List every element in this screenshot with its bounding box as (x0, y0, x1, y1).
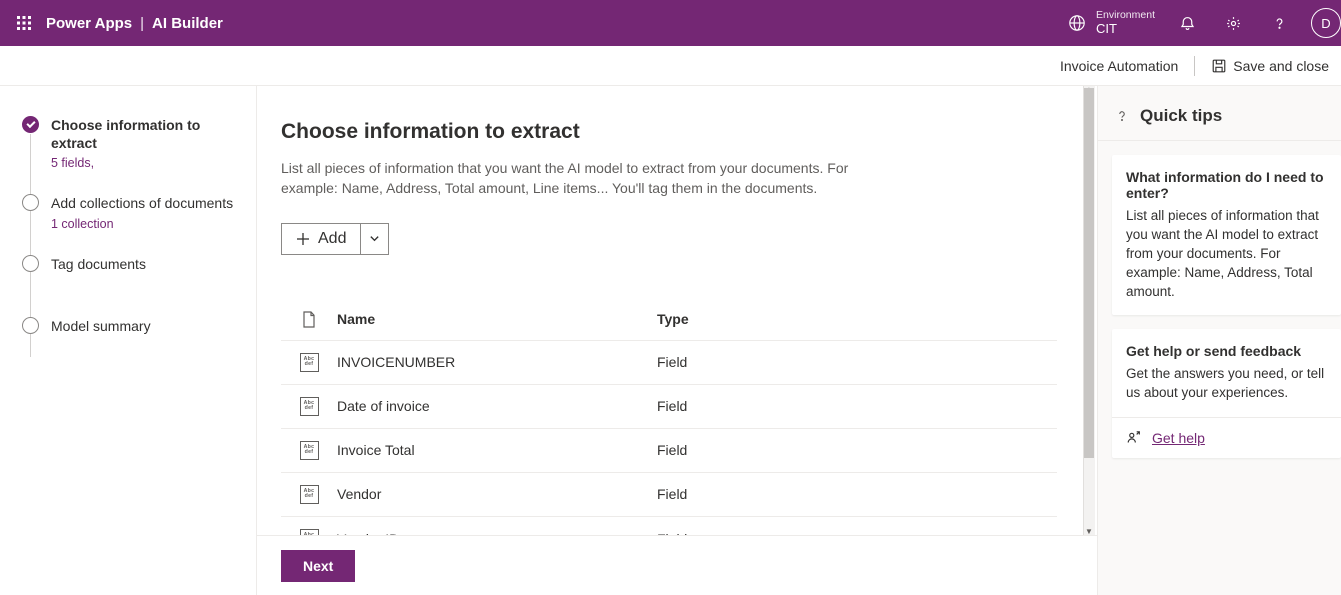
main-content: Choose information to extract List all p… (257, 86, 1097, 535)
scrollbar[interactable]: ▲ ▼ (1083, 86, 1095, 535)
step-subtext: 1 collection (51, 217, 233, 231)
field-name: Vendor (337, 486, 657, 502)
column-header-type[interactable]: Type (657, 311, 1057, 327)
step-title: Tag documents (51, 255, 146, 273)
notifications-icon[interactable] (1173, 9, 1201, 37)
table-row[interactable]: Abcdef Date of invoice Field (281, 385, 1057, 429)
app-launcher-icon[interactable] (8, 7, 40, 39)
field-name: Invoice Total (337, 442, 657, 458)
step-tag-documents[interactable]: Tag documents (22, 255, 242, 317)
fields-table: Name Type Abcdef INVOICENUMBER Field Abc… (281, 299, 1057, 535)
table-row[interactable]: Abcdef Vendor Field (281, 473, 1057, 517)
divider (1194, 56, 1195, 76)
text-field-icon: Abcdef (300, 397, 319, 416)
field-type: Field (657, 398, 1057, 414)
user-avatar[interactable]: D (1311, 8, 1341, 38)
table-row[interactable]: Abcdef INVOICENUMBER Field (281, 341, 1057, 385)
model-name[interactable]: Invoice Automation (1060, 58, 1178, 74)
page-title: Choose information to extract (281, 120, 1057, 144)
tip-card-info: What information do I need to enter? Lis… (1112, 155, 1341, 315)
person-help-icon (1126, 430, 1142, 446)
tips-header: Quick tips (1140, 106, 1222, 126)
global-header: Power Apps | AI Builder Environment CIT … (0, 0, 1341, 46)
field-name: Vendor ID (337, 531, 657, 535)
step-choose-info[interactable]: Choose information to extract 5 fields, (22, 116, 242, 194)
plus-icon (296, 232, 310, 246)
table-row[interactable]: Abcdef Invoice Total Field (281, 429, 1057, 473)
step-subtext: 5 fields, (51, 156, 242, 170)
wizard-steps: Choose information to extract 5 fields, … (0, 86, 257, 595)
tip-card-feedback: Get help or send feedback Get the answer… (1112, 329, 1341, 458)
field-name: INVOICENUMBER (337, 354, 657, 370)
app-name[interactable]: Power Apps (46, 15, 132, 32)
get-help-link[interactable]: Get help (1152, 430, 1205, 446)
help-icon (1114, 108, 1130, 124)
text-field-icon: Abcdef (300, 529, 319, 535)
quick-tips-panel: Quick tips What information do I need to… (1097, 86, 1341, 595)
field-name: Date of invoice (337, 398, 657, 414)
tip-title: What information do I need to enter? (1126, 169, 1327, 201)
page-description: List all pieces of information that you … (281, 158, 881, 199)
add-field-dropdown[interactable] (360, 224, 388, 254)
text-field-icon: Abcdef (300, 353, 319, 372)
environment-picker[interactable]: Environment CIT (1068, 10, 1155, 36)
tip-text: List all pieces of information that you … (1126, 207, 1327, 301)
step-title: Choose information to extract (51, 116, 242, 152)
step-title: Model summary (51, 317, 151, 335)
command-bar: Invoice Automation Save and close (0, 46, 1341, 86)
environment-name: CIT (1096, 22, 1155, 36)
wizard-footer: Next (257, 535, 1097, 595)
separator: | (140, 15, 144, 32)
step-title: Add collections of documents (51, 194, 233, 212)
field-type: Field (657, 486, 1057, 502)
step-indicator-done-icon (22, 116, 39, 133)
tip-text: Get the answers you need, or tell us abo… (1126, 365, 1327, 403)
step-add-collections[interactable]: Add collections of documents 1 collectio… (22, 194, 242, 254)
next-button[interactable]: Next (281, 550, 355, 582)
section-name[interactable]: AI Builder (152, 15, 223, 32)
step-model-summary[interactable]: Model summary (22, 317, 242, 359)
column-header-icon[interactable] (281, 311, 337, 328)
settings-icon[interactable] (1219, 9, 1247, 37)
tip-title: Get help or send feedback (1126, 343, 1327, 359)
table-row[interactable]: Abcdef Vendor ID Field (281, 517, 1057, 535)
add-label: Add (318, 230, 346, 248)
help-icon[interactable] (1265, 9, 1293, 37)
step-indicator-icon (22, 255, 39, 272)
scroll-down-icon[interactable]: ▼ (1085, 527, 1093, 535)
field-type: Field (657, 531, 1057, 535)
save-label: Save and close (1233, 58, 1329, 74)
environment-label: Environment (1096, 10, 1155, 22)
product-brand: Power Apps | AI Builder (46, 15, 223, 32)
text-field-icon: Abcdef (300, 485, 319, 504)
step-indicator-icon (22, 317, 39, 334)
column-header-name[interactable]: Name (337, 311, 657, 327)
field-type: Field (657, 354, 1057, 370)
add-field-button[interactable]: Add (281, 223, 389, 255)
text-field-icon: Abcdef (300, 441, 319, 460)
step-indicator-icon (22, 194, 39, 211)
field-type: Field (657, 442, 1057, 458)
save-and-close-button[interactable]: Save and close (1211, 58, 1329, 74)
chevron-down-icon (369, 233, 380, 244)
scrollbar-thumb[interactable] (1084, 88, 1094, 458)
